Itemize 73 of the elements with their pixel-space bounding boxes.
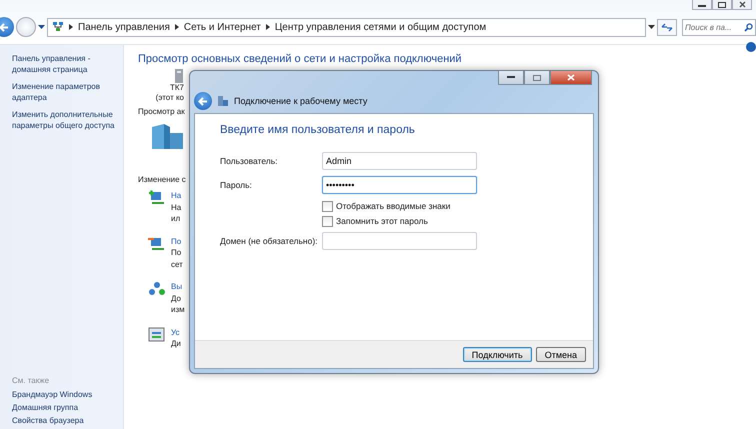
maximize-button[interactable] [712, 0, 732, 10]
connect-button[interactable]: Подключить [462, 347, 532, 362]
minimize-button[interactable] [692, 0, 712, 10]
arrow-left-icon [0, 22, 9, 32]
building-icon [150, 123, 184, 149]
sidebar-link[interactable]: Домашняя группа [12, 403, 123, 412]
cancel-button[interactable]: Отмена [536, 347, 586, 362]
search-icon [744, 22, 753, 32]
domain-field[interactable] [322, 232, 477, 250]
search-field[interactable]: Поиск в па... [682, 18, 756, 36]
checkbox-label: Запомнить этот пароль [336, 216, 428, 226]
dialog-heading: Введите имя пользователя и пароль [220, 124, 416, 136]
computer-name: ТК7 [170, 83, 184, 93]
task-description: Ди [171, 338, 181, 350]
dropdown-icon[interactable] [38, 24, 45, 30]
dropdown-icon[interactable] [648, 24, 655, 30]
field-label: Домен (не обязательно): [220, 236, 319, 246]
refresh-icon [661, 22, 673, 32]
chevron-icon [69, 24, 73, 30]
chevron-icon [174, 24, 179, 30]
network-computer-icon [148, 236, 166, 252]
sidebar-link[interactable]: Свойства браузера [12, 416, 123, 425]
refresh-button[interactable] [657, 18, 677, 36]
task-description: До [171, 292, 181, 304]
checkbox[interactable] [322, 216, 333, 226]
task-link[interactable]: На [171, 190, 182, 202]
field-label: Пользователь: [220, 156, 279, 166]
task-description: По [171, 247, 182, 258]
task-link[interactable]: Вы [171, 281, 182, 292]
task-link[interactable]: Ус [171, 326, 180, 338]
maximize-icon [718, 2, 726, 8]
task-description: сет [171, 258, 183, 270]
breadcrumb-item[interactable]: Центр управления сетями и общим доступом [274, 22, 486, 32]
section-heading: Просмотр ак [138, 107, 186, 116]
sidebar-link[interactable]: Изменение параметров адаптера [12, 81, 123, 103]
breadcrumb-item[interactable]: Панель управления [78, 22, 170, 32]
dialog-title: Подключение к рабочему месту [234, 96, 368, 106]
page-title: Просмотр основных сведений о сети и настройка подключений [138, 53, 463, 65]
task-link[interactable]: По [171, 236, 182, 247]
address-bar[interactable]: Панель управления Сеть и Интернет Центр управления сетями и общим доступом [47, 18, 646, 36]
task-description: На [171, 202, 182, 213]
arrow-left-icon [198, 96, 208, 106]
window-icon [148, 326, 166, 342]
workplace-icon [217, 95, 229, 107]
sidebar-link[interactable]: Панель управления - домашняя страница [12, 53, 123, 75]
computer-icon [174, 69, 184, 83]
sidebar-link[interactable]: Брандмауэр Windows [12, 390, 123, 399]
checkbox-label: Отображать вводимые знаки [336, 201, 450, 211]
username-field[interactable]: Admin [322, 152, 477, 170]
sidebar-link[interactable]: Изменить дополнительные параметры общего доступа [12, 109, 123, 131]
password-field[interactable]: ••••••••• [322, 176, 477, 194]
section-heading: См. также [12, 376, 50, 385]
minimize-button[interactable] [498, 71, 524, 85]
close-icon [738, 1, 746, 8]
field-label: Пароль: [220, 180, 253, 190]
minimize-icon [698, 2, 706, 6]
section-heading: Изменение с [138, 175, 187, 184]
checkbox[interactable] [322, 200, 333, 212]
close-icon [567, 74, 575, 81]
network-nodes-icon [148, 281, 166, 297]
maximize-icon [533, 74, 541, 80]
task-description: ил [171, 213, 180, 224]
back-button[interactable] [194, 92, 212, 110]
back-button[interactable] [0, 17, 14, 37]
network-computer-icon [148, 190, 166, 206]
chevron-icon [266, 24, 270, 30]
close-button[interactable] [550, 71, 592, 85]
computer-name: (этот ко [156, 93, 184, 103]
network-icon [52, 21, 64, 33]
minimize-icon [507, 76, 515, 79]
breadcrumb-item[interactable]: Сеть и Интернет [184, 22, 261, 32]
close-button[interactable] [732, 0, 752, 10]
task-description: изм [171, 304, 185, 316]
